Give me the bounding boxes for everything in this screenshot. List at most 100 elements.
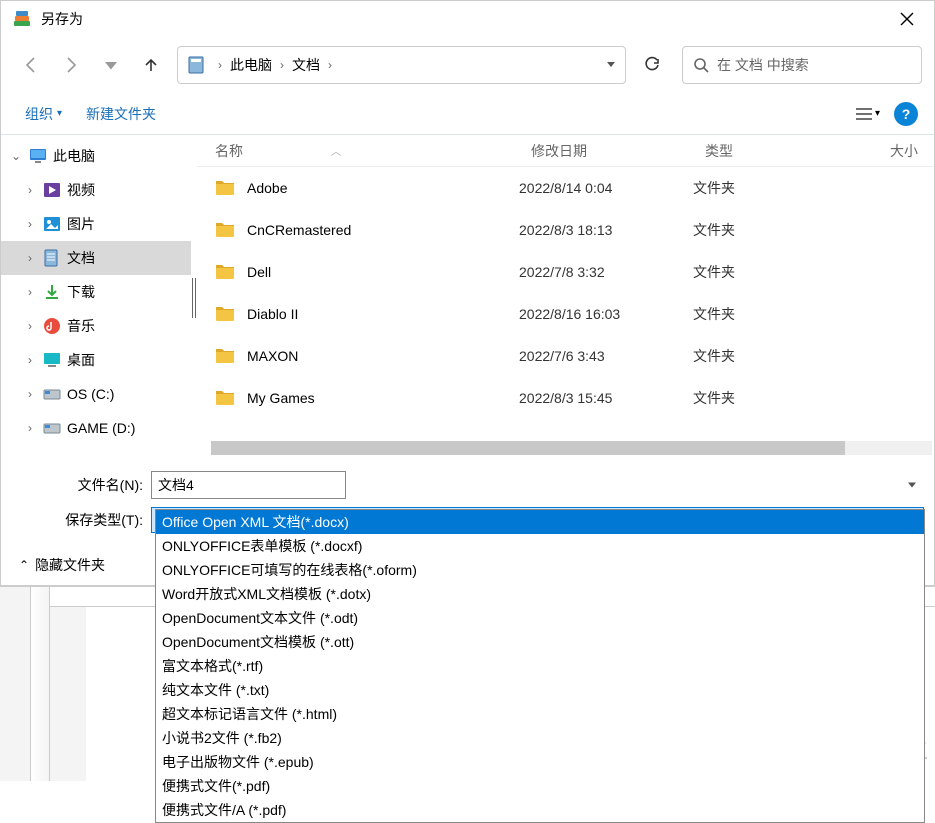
breadcrumb-documents[interactable]: 文档 xyxy=(288,53,324,77)
tree-label: 桌面 xyxy=(67,350,95,370)
file-type: 文件夹 xyxy=(693,220,843,240)
filename-input[interactable] xyxy=(151,471,346,499)
scrollbar-thumb[interactable] xyxy=(211,441,845,455)
chevron-right-icon[interactable]: › xyxy=(23,183,37,197)
chevron-right-icon[interactable]: › xyxy=(23,353,37,367)
app-icon xyxy=(13,10,31,28)
file-row[interactable]: Adobe2022/8/14 0:04文件夹 xyxy=(197,167,934,209)
file-row[interactable]: Dell2022/7/8 3:32文件夹 xyxy=(197,251,934,293)
breadcrumb-this-pc[interactable]: 此电脑 xyxy=(226,53,276,77)
chevron-right-icon: › xyxy=(280,58,284,72)
chevron-right-icon[interactable]: › xyxy=(23,217,37,231)
chevron-right-icon[interactable]: › xyxy=(23,251,37,265)
file-list-area: 名称︿ 修改日期 类型 大小 Adobe2022/8/14 0:04文件夹CnC… xyxy=(197,135,934,461)
file-row[interactable]: MAXON 2022/7/6 3:43文件夹 xyxy=(197,335,934,377)
col-size[interactable]: 大小 xyxy=(855,141,934,161)
download-icon xyxy=(41,282,63,302)
hide-folders-button[interactable]: ⌃隐藏文件夹 xyxy=(19,555,105,575)
help-button[interactable]: ? xyxy=(894,102,918,126)
titlebar: 另存为 xyxy=(1,1,934,37)
vertical-ruler xyxy=(30,587,50,781)
filetype-option[interactable]: 富文本格式(*.rtf) xyxy=(156,654,924,678)
sidebar-item[interactable]: › 桌面 xyxy=(1,343,191,377)
chevron-right-icon: › xyxy=(328,58,332,72)
chevron-right-icon[interactable]: › xyxy=(23,387,37,401)
filetype-option[interactable]: 小说书2文件 (*.fb2) xyxy=(156,726,924,750)
sidebar-item[interactable]: ›文档 xyxy=(1,241,191,275)
breadcrumb-dropdown-icon[interactable] xyxy=(605,57,617,73)
filetype-dropdown[interactable]: Office Open XML 文档(*.docx)ONLYOFFICE表单模板… xyxy=(155,509,925,823)
file-name: CnCRemastered xyxy=(247,222,351,238)
col-name[interactable]: 名称 xyxy=(215,141,243,161)
view-options-button[interactable]: ▾ xyxy=(849,102,886,126)
refresh-button[interactable] xyxy=(634,47,670,83)
breadcrumb[interactable]: › 此电脑 › 文档 › xyxy=(177,46,626,84)
picture-icon xyxy=(41,214,63,234)
folder-icon xyxy=(215,389,235,407)
close-button[interactable] xyxy=(892,4,922,34)
file-type: 文件夹 xyxy=(693,262,843,282)
desktop-icon xyxy=(41,350,63,370)
filetype-option[interactable]: 纯文本文件 (*.txt) xyxy=(156,678,924,702)
search-icon xyxy=(693,57,709,73)
file-date: 2022/8/3 15:45 xyxy=(519,390,693,406)
horizontal-scrollbar[interactable] xyxy=(211,441,932,455)
col-date[interactable]: 修改日期 xyxy=(531,141,705,161)
filetype-option[interactable]: Word开放式XML文档模板 (*.dotx) xyxy=(156,582,924,606)
filetype-option[interactable]: Office Open XML 文档(*.docx) xyxy=(156,510,924,534)
chevron-right-icon: › xyxy=(218,58,222,72)
sidebar-item[interactable]: ›下载 xyxy=(1,275,191,309)
file-type: 文件夹 xyxy=(693,178,843,198)
file-date: 2022/7/6 3:43 xyxy=(519,348,693,364)
body-area: ⌄ 此电脑 ›视频›图片›文档›下载›音乐›桌面›OS (C:)›GAME (D… xyxy=(1,135,934,461)
file-date: 2022/8/16 16:03 xyxy=(519,306,693,322)
filetype-option[interactable]: OpenDocument文档模板 (*.ott) xyxy=(156,630,924,654)
sidebar-item[interactable]: ›音乐 xyxy=(1,309,191,343)
film-icon xyxy=(41,180,63,200)
filetype-option[interactable]: 便携式文件(*.pdf) xyxy=(156,774,924,798)
toolbar: 组织▾ 新建文件夹 ▾ ? xyxy=(1,93,934,135)
chevron-right-icon[interactable]: › xyxy=(23,319,37,333)
chevron-right-icon[interactable]: › xyxy=(23,285,37,299)
file-name: Adobe xyxy=(247,180,287,196)
filetype-option[interactable]: ONLYOFFICE表单模板 (*.docxf) xyxy=(156,534,924,558)
filetype-option[interactable]: 便携式文件/A (*.pdf) xyxy=(156,798,924,822)
tree-label: GAME (D:) xyxy=(67,420,135,436)
sidebar-item[interactable]: › OS (C:) xyxy=(1,377,191,411)
filetype-option[interactable]: OpenDocument文本文件 (*.odt) xyxy=(156,606,924,630)
file-type: 文件夹 xyxy=(693,388,843,408)
sidebar-item[interactable]: › GAME (D:) xyxy=(1,411,191,445)
tree-label: OS (C:) xyxy=(67,386,114,402)
music-icon xyxy=(41,316,63,336)
column-headers: 名称︿ 修改日期 类型 大小 xyxy=(197,135,934,167)
organize-button[interactable]: 组织▾ xyxy=(17,100,70,128)
drive-icon xyxy=(41,418,63,438)
chevron-right-icon[interactable]: › xyxy=(23,421,37,435)
drive-icon xyxy=(41,384,63,404)
file-row[interactable]: My Games2022/8/3 15:45文件夹 xyxy=(197,377,934,419)
new-folder-button[interactable]: 新建文件夹 xyxy=(78,100,164,128)
document-icon xyxy=(41,248,63,268)
sidebar-this-pc[interactable]: ⌄ 此电脑 xyxy=(1,139,191,173)
chevron-down-icon[interactable]: ⌄ xyxy=(9,149,23,163)
filetype-option[interactable]: 超文本标记语言文件 (*.html) xyxy=(156,702,924,726)
file-type: 文件夹 xyxy=(693,304,843,324)
tree-label: 此电脑 xyxy=(53,146,95,166)
file-row[interactable]: Diablo II2022/8/16 16:03文件夹 xyxy=(197,293,934,335)
file-type: 文件夹 xyxy=(693,346,843,366)
recent-locations-button[interactable] xyxy=(93,47,129,83)
col-type[interactable]: 类型 xyxy=(705,141,855,161)
back-button[interactable] xyxy=(13,47,49,83)
filetype-option[interactable]: ONLYOFFICE可填写的在线表格(*.oform) xyxy=(156,558,924,582)
filetype-option[interactable]: 电子出版物文件 (*.epub) xyxy=(156,750,924,774)
sidebar-item[interactable]: ›视频 xyxy=(1,173,191,207)
forward-button[interactable] xyxy=(53,47,89,83)
file-name: MAXON xyxy=(247,348,298,364)
file-date: 2022/7/8 3:32 xyxy=(519,264,693,280)
save-as-dialog: 另存为 › 此电脑 › 文档 › 在 文档 中搜索 组织▾ 新建文件夹 ▾ ? xyxy=(0,0,935,586)
file-row[interactable]: CnCRemastered2022/8/3 18:13文件夹 xyxy=(197,209,934,251)
file-list: Adobe2022/8/14 0:04文件夹CnCRemastered2022/… xyxy=(197,167,934,461)
search-input[interactable]: 在 文档 中搜索 xyxy=(682,46,922,84)
up-button[interactable] xyxy=(133,47,169,83)
sidebar-item[interactable]: ›图片 xyxy=(1,207,191,241)
